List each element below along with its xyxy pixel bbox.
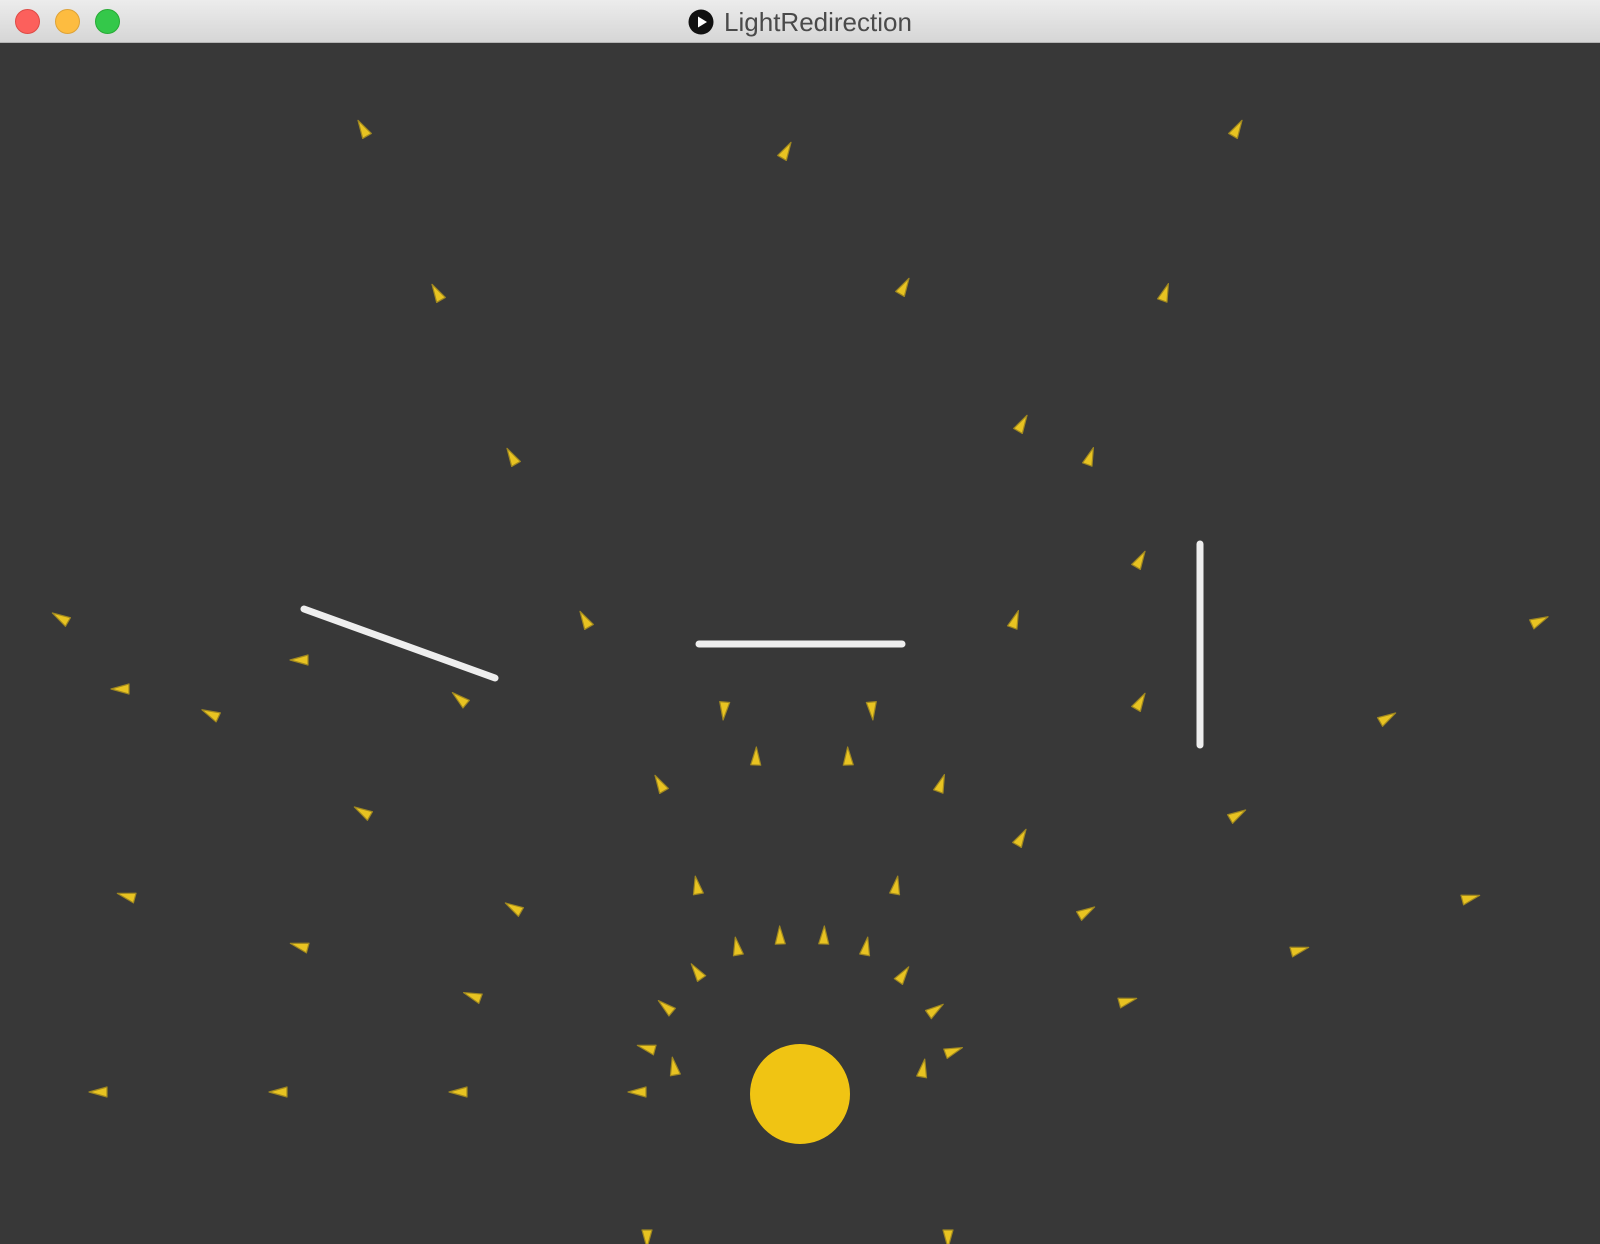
- light-photon: [116, 892, 137, 904]
- light-photon: [1006, 610, 1020, 630]
- light-photon: [579, 610, 594, 631]
- light-photon: [942, 1229, 954, 1244]
- light-photon: [1289, 946, 1310, 958]
- light-photon: [654, 774, 669, 795]
- light-photon: [777, 141, 792, 162]
- light-photon: [636, 1044, 657, 1056]
- app-window: LightRedirection: [0, 0, 1600, 1244]
- light-photon: [692, 875, 704, 896]
- window-title: LightRedirection: [724, 6, 912, 37]
- light-photon: [1131, 550, 1146, 571]
- game-canvas[interactable]: [0, 43, 1600, 1244]
- light-photon: [669, 1056, 681, 1077]
- light-photon: [88, 1086, 108, 1098]
- light-source[interactable]: [750, 1044, 850, 1144]
- light-photon: [859, 936, 871, 957]
- light-photon: [924, 1003, 944, 1020]
- light-photon: [1081, 447, 1095, 467]
- light-photon: [289, 654, 309, 666]
- light-photon: [268, 1086, 288, 1098]
- light-photon: [750, 746, 762, 766]
- light-photon: [719, 700, 731, 721]
- title-bar[interactable]: LightRedirection: [0, 0, 1600, 43]
- light-photon: [1460, 894, 1481, 906]
- light-photon: [1529, 616, 1549, 630]
- mirror-left[interactable]: [300, 605, 499, 682]
- light-photon: [1156, 283, 1170, 303]
- light-photon: [1131, 692, 1146, 713]
- light-photon: [1013, 414, 1028, 435]
- light-photon: [774, 925, 786, 945]
- light-photon: [1012, 828, 1027, 849]
- light-photon: [889, 875, 901, 896]
- light-photon: [431, 283, 446, 304]
- light-photon: [448, 1086, 468, 1098]
- light-photon: [932, 774, 946, 794]
- light-photon: [110, 683, 130, 695]
- light-photon: [506, 447, 521, 468]
- light-photon: [504, 902, 525, 917]
- light-photon: [641, 1229, 653, 1244]
- light-photon: [895, 277, 910, 298]
- light-photon: [353, 806, 374, 821]
- light-photon: [463, 991, 483, 1005]
- light-photon: [627, 1086, 647, 1098]
- window-title-group: LightRedirection: [0, 0, 1600, 43]
- light-photon: [818, 925, 830, 945]
- light-photon: [289, 942, 310, 954]
- light-photon: [1376, 712, 1397, 727]
- light-photon: [357, 119, 372, 140]
- play-circle-icon: [688, 9, 714, 34]
- light-photon: [842, 746, 854, 766]
- light-photon: [51, 612, 72, 627]
- light-photon: [201, 709, 221, 723]
- light-photon: [657, 999, 676, 1017]
- light-photon: [451, 691, 470, 709]
- light-photon: [943, 1046, 963, 1060]
- light-photon: [690, 963, 707, 983]
- light-photon: [1228, 119, 1243, 140]
- light-photon: [916, 1058, 928, 1079]
- light-photon: [893, 966, 910, 986]
- light-photon: [732, 936, 744, 957]
- light-photon: [1075, 906, 1096, 921]
- light-photon: [1117, 997, 1138, 1009]
- light-photon: [865, 700, 877, 721]
- light-photon: [1226, 809, 1247, 824]
